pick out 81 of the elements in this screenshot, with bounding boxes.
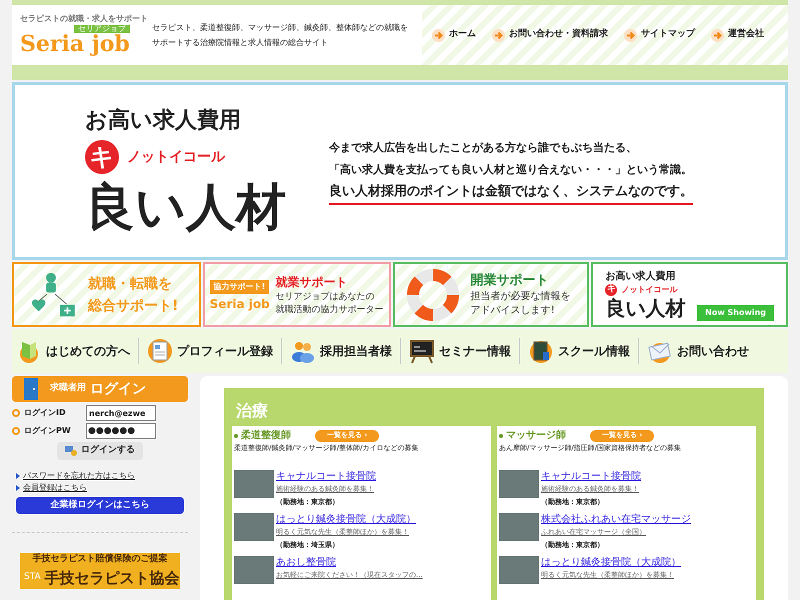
door-icon — [24, 378, 38, 400]
banner[interactable]: 開業サポート 担当者が必要な情報を アドバイスします! — [392, 262, 590, 327]
photo-placeholder — [499, 512, 539, 540]
logo-tagline: セラピストの就職・求人をサポート — [20, 15, 149, 23]
nav-item[interactable]: スクール情報 — [528, 338, 630, 364]
hero-text: 今まで求人広告を出したことがある方なら誰でもぶち当たる、 — [329, 140, 638, 156]
not-equal-mark: キ — [85, 140, 119, 174]
header-link[interactable]: お問い合わせ・資料請求 — [492, 28, 608, 42]
hero-text: 「高い求人費を支払っても良い人材と巡り合えない・・・」という常識。 — [329, 162, 693, 178]
hero-banner[interactable]: お高い求人費用 キ ノットイコール 良い人材 今まで求人広告を出したことがある方なら誰でもぶち当たる、 「高い求人費を支払っても良い人材と巡り合えない・・・」という常識。 良い人材採用のポイントは金額ではなく、システムなのです。 — [12, 82, 788, 260]
header-link[interactable]: 運営会社 — [711, 28, 764, 42]
bullet-icon — [12, 409, 20, 417]
header-link[interactable]: サイトマップ — [624, 28, 695, 42]
banner-text: ノットイコール — [621, 286, 678, 294]
banner-title: 就業サポート — [276, 274, 349, 290]
banner-title: 良い人材 — [605, 298, 686, 318]
arrow-badge: 協力サポート! — [210, 280, 270, 294]
photo-placeholder — [499, 470, 539, 498]
banner-text: 担当者が必要な情報を — [470, 290, 571, 304]
banner-text: お高い求人費用 — [605, 272, 676, 282]
listing-link[interactable]: あおし整骨院 — [276, 556, 423, 568]
listing-link[interactable]: キャナルコート接骨院 — [541, 470, 641, 482]
promo-title: 手技セラピスト賠償保険のご提案 — [32, 553, 168, 566]
banner-text: 就職・転職を — [88, 274, 173, 294]
arrow-icon — [624, 28, 637, 42]
bullet-icon — [499, 434, 503, 438]
logo-text: Seria job — [210, 298, 270, 310]
nav-item[interactable]: 採用担当者様 — [290, 338, 392, 364]
listing-link[interactable]: はっとり鍼灸接骨院（大成院） — [276, 512, 416, 526]
banner-text: アドバイスします! — [470, 304, 556, 318]
banner-text: 総合サポート! — [88, 296, 178, 316]
now-showing-badge: Now Showing — [697, 305, 774, 321]
nav-item[interactable]: お問い合わせ — [647, 338, 749, 364]
login-prefix: 求職者用 — [50, 382, 86, 396]
listing-link[interactable]: 株式会社ふれあい在宅マッサージ — [541, 512, 691, 526]
listing-link[interactable]: キャナルコート接骨院 — [276, 470, 376, 482]
photo-placeholder — [234, 512, 274, 540]
site-description: サポートする治療院情報と求人情報の総合サイト — [152, 37, 329, 49]
text-link[interactable]: パスワードを忘れた方はこちら — [23, 470, 135, 482]
header-link[interactable]: ホーム — [432, 28, 476, 42]
document-icon — [147, 338, 173, 364]
hero-title: 良い人材 — [85, 182, 286, 232]
nav-item[interactable]: セミナー情報 — [409, 338, 511, 364]
book-icon — [528, 338, 554, 364]
bullet-icon — [234, 434, 238, 438]
field-label: ログインID — [24, 407, 67, 419]
arrow-icon — [492, 28, 505, 42]
login-title: ログイン — [90, 380, 146, 398]
key-icon — [65, 446, 77, 456]
photo-placeholder — [234, 556, 274, 584]
photo-placeholder — [234, 470, 274, 498]
category-title: マッサージ師 — [506, 428, 566, 443]
promo-logo: STA — [24, 571, 41, 584]
banner-title: 開業サポート — [470, 272, 550, 290]
promo-banner[interactable]: 手技セラピスト賠償保険のご提案 STA 手技セラピスト協会 — [20, 553, 180, 589]
text-link[interactable]: 会員登録はこちら — [23, 482, 87, 494]
banner-text: 就職活動の協力サポーター — [276, 304, 384, 316]
blackboard-icon — [409, 338, 435, 364]
banner[interactable]: お高い求人費用 キ ノットイコール 良い人材 Now Showing — [591, 262, 788, 327]
category-title: 柔道整復師 — [241, 428, 291, 443]
banner-text: セリアジョブはあなたの — [276, 290, 376, 304]
nav-item[interactable]: はじめての方へ — [16, 338, 130, 364]
field-label: ログインPW — [24, 425, 72, 437]
promo-name: 手技セラピスト協会 — [44, 568, 180, 588]
section-title: 治療 — [235, 400, 269, 422]
login-id-field[interactable]: nerch@ezwe — [86, 405, 156, 421]
password-field[interactable]: ●●●●●● — [86, 423, 156, 439]
hero-heading: お高い求人費用 — [85, 110, 241, 132]
photo-placeholder — [499, 556, 539, 584]
login-button[interactable]: ログインする — [57, 442, 143, 460]
listing-link[interactable]: はっとり鍼灸接骨院（大成院） — [541, 556, 681, 568]
arrow-icon — [432, 28, 445, 42]
hero-emphasis: 良い人材採用のポイントは金額ではなく、システムなのです。 — [329, 181, 693, 205]
lifebuoy-icon — [406, 268, 459, 320]
site-description: セラピスト、柔道整復師、マッサージ師、鍼灸師、整体師などの就職を — [152, 22, 409, 34]
not-equal-mark: キ — [605, 284, 618, 296]
company-login-button[interactable]: 企業様ログインはこちら — [16, 497, 184, 514]
nav-item[interactable]: プロフィール登録 — [147, 338, 273, 364]
bullet-icon — [12, 427, 20, 435]
hero-subheading: ノットイコール — [127, 150, 225, 164]
arrow-icon — [711, 28, 724, 42]
